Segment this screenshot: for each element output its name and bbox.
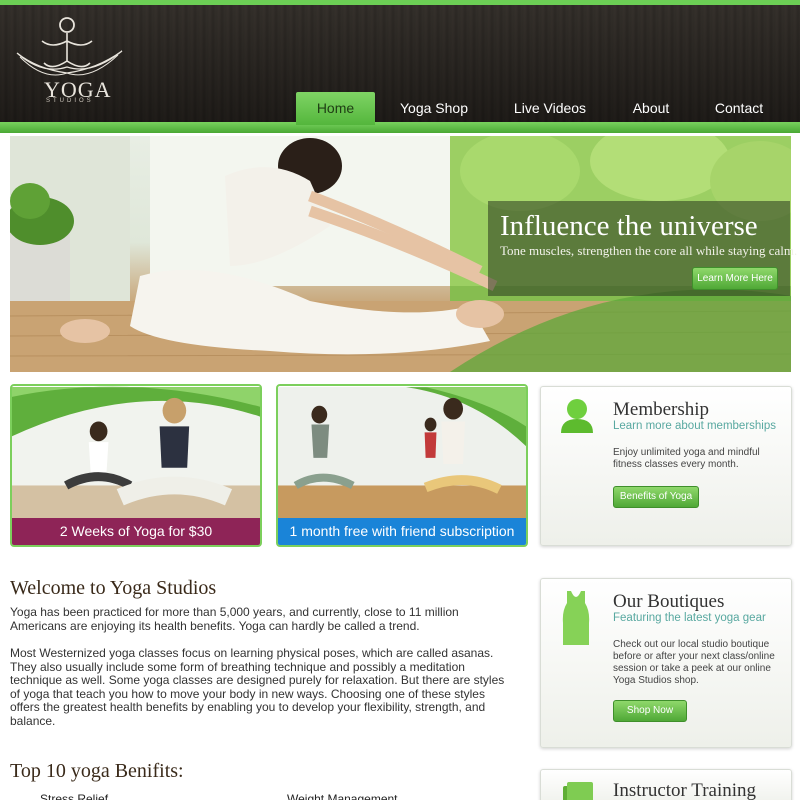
membership-subtitle[interactable]: Learn more about memberships <box>613 420 776 432</box>
asanas-paragraph: Most Westernized yoga classes focus on l… <box>10 646 505 728</box>
main-nav: Home Yoga Shop Live Videos About Contact <box>0 92 800 125</box>
benefits-of-yoga-button[interactable]: Benefits of Yoga <box>613 486 699 508</box>
promo-card-two-weeks[interactable]: 2 Weeks of Yoga for $30 <box>10 384 262 547</box>
user-icon <box>561 399 593 433</box>
hero-title: Influence the universe <box>500 210 758 242</box>
boutiques-panel: Our Boutiques Featuring the latest yoga … <box>540 578 792 748</box>
promo-label-friend[interactable]: 1 month free with friend subscription <box>278 518 526 545</box>
promo-image-group <box>278 387 526 519</box>
membership-title: Membership <box>613 399 710 420</box>
nav-home[interactable]: Home <box>296 92 375 125</box>
nav-contact[interactable]: Contact <box>704 92 774 125</box>
membership-text: Enjoy unlimited yoga and mindful fitness… <box>613 447 760 470</box>
learn-more-button[interactable]: Learn More Here <box>692 267 778 290</box>
boutiques-subtitle[interactable]: Featuring the latest yoga gear <box>613 612 766 624</box>
benefit-item: Stress Relief <box>40 792 109 800</box>
promo-card-friend[interactable]: 1 month free with friend subscription <box>276 384 528 547</box>
membership-panel: Membership Learn more about memberships … <box>540 386 792 546</box>
promo-image-class <box>12 386 260 519</box>
promo-label-two-weeks[interactable]: 2 Weeks of Yoga for $30 <box>12 518 260 545</box>
welcome-heading: Welcome to Yoga Studios <box>10 577 217 599</box>
book-icon <box>563 782 593 800</box>
intro-paragraph: Yoga has been practiced for more than 5,… <box>10 605 459 633</box>
nav-live-videos[interactable]: Live Videos <box>500 92 600 125</box>
shop-now-button[interactable]: Shop Now <box>613 700 687 722</box>
hero-subtitle: Tone muscles, strengthen the core all wh… <box>500 243 798 258</box>
nav-about[interactable]: About <box>618 92 684 125</box>
tank-top-icon <box>562 591 590 645</box>
instructor-panel: Instructor Training <box>540 769 792 800</box>
benefits-heading: Top 10 yoga Benifits: <box>10 760 184 782</box>
instructor-title: Instructor Training <box>613 780 757 800</box>
boutiques-text: Check out our local studio boutique befo… <box>613 639 775 686</box>
benefit-item: Weight Management <box>287 792 398 800</box>
boutiques-title: Our Boutiques <box>613 591 725 612</box>
nav-yoga-shop[interactable]: Yoga Shop <box>388 92 480 125</box>
